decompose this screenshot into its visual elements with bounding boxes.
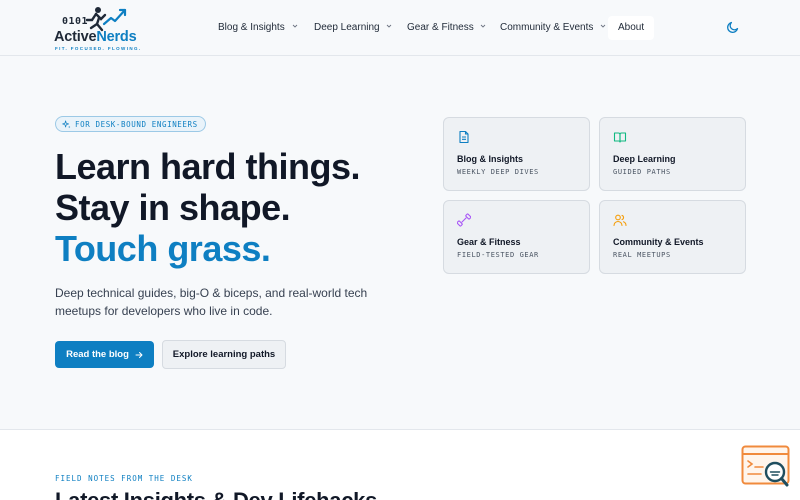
logo-tagline: FIT. FOCUSED. FLOWING. (55, 46, 142, 51)
card-title: Blog & Insights (457, 154, 523, 164)
sparkle-icon (62, 120, 71, 128)
audience-badge-label: FOR DESK-BOUND ENGINEERS (75, 119, 198, 129)
card-title: Gear & Fitness (457, 237, 521, 247)
card-title: Deep Learning (613, 154, 676, 164)
site-logo[interactable]: 0101 ActiveNerds FIT. FOCUSED. FLOWING. (54, 6, 146, 52)
code-search-widget-icon[interactable] (741, 445, 791, 489)
nav-item-blog-insights[interactable]: Blog & Insights (218, 16, 298, 40)
card-gear-fitness[interactable]: Gear & Fitness FIELD-TESTED GEAR (443, 200, 590, 274)
document-icon (459, 130, 469, 144)
headline-line-3: Touch grass. (55, 228, 271, 269)
arrow-right-icon (135, 351, 143, 358)
read-blog-button[interactable]: Read the blog (55, 341, 154, 368)
nav-item-community-events[interactable]: Community & Events (500, 16, 606, 40)
nav-item-deep-learning[interactable]: Deep Learning (314, 16, 392, 40)
dumbbell-icon (457, 213, 471, 227)
card-subtitle: FIELD-TESTED GEAR (457, 251, 539, 259)
card-title: Community & Events (613, 237, 704, 247)
chevron-down-icon (387, 25, 392, 28)
card-subtitle: GUIDED PATHS (613, 168, 671, 176)
logo-wordmark: ActiveNerds (54, 29, 137, 45)
headline-line-1: Learn hard things. (55, 146, 361, 187)
card-subtitle: WEEKLY DEEP DIVES (457, 168, 539, 176)
section-eyebrow: FIELD NOTES FROM THE DESK (55, 474, 193, 483)
hero-subtext: Deep technical guides, big-O & biceps, a… (55, 286, 368, 318)
chevron-down-icon (600, 25, 606, 28)
hero-section: FOR DESK-BOUND ENGINEERS Learn hard thin… (0, 56, 800, 429)
explore-paths-button[interactable]: Explore learning paths (162, 340, 286, 369)
latest-insights-section: FIELD NOTES FROM THE DESK Latest Insight… (0, 429, 800, 500)
site-header: 0101 ActiveNerds FIT. FOCUSED. FLOWING. … (0, 0, 800, 56)
moon-icon[interactable] (726, 20, 740, 34)
card-subtitle: REAL MEETUPS (613, 251, 671, 259)
section-title: Latest Insights & Dev Lifehacks (55, 488, 377, 500)
users-icon (613, 214, 627, 227)
nav-item-gear-fitness[interactable]: Gear & Fitness (407, 16, 486, 40)
card-blog-insights[interactable]: Blog & Insights WEEKLY DEEP DIVES (443, 117, 590, 191)
hero-headline: Learn hard things. Stay in shape. Touch … (55, 146, 361, 269)
card-community-events[interactable]: Community & Events REAL MEETUPS (599, 200, 746, 274)
book-open-icon (613, 132, 627, 143)
audience-badge: FOR DESK-BOUND ENGINEERS (55, 116, 206, 132)
headline-line-2: Stay in shape. (55, 187, 291, 228)
card-deep-learning[interactable]: Deep Learning GUIDED PATHS (599, 117, 746, 191)
logo-binary: 0101 (62, 16, 89, 27)
chevron-down-icon (292, 25, 297, 28)
chevron-down-icon (481, 25, 486, 28)
nav-item-about[interactable]: About (608, 16, 655, 40)
